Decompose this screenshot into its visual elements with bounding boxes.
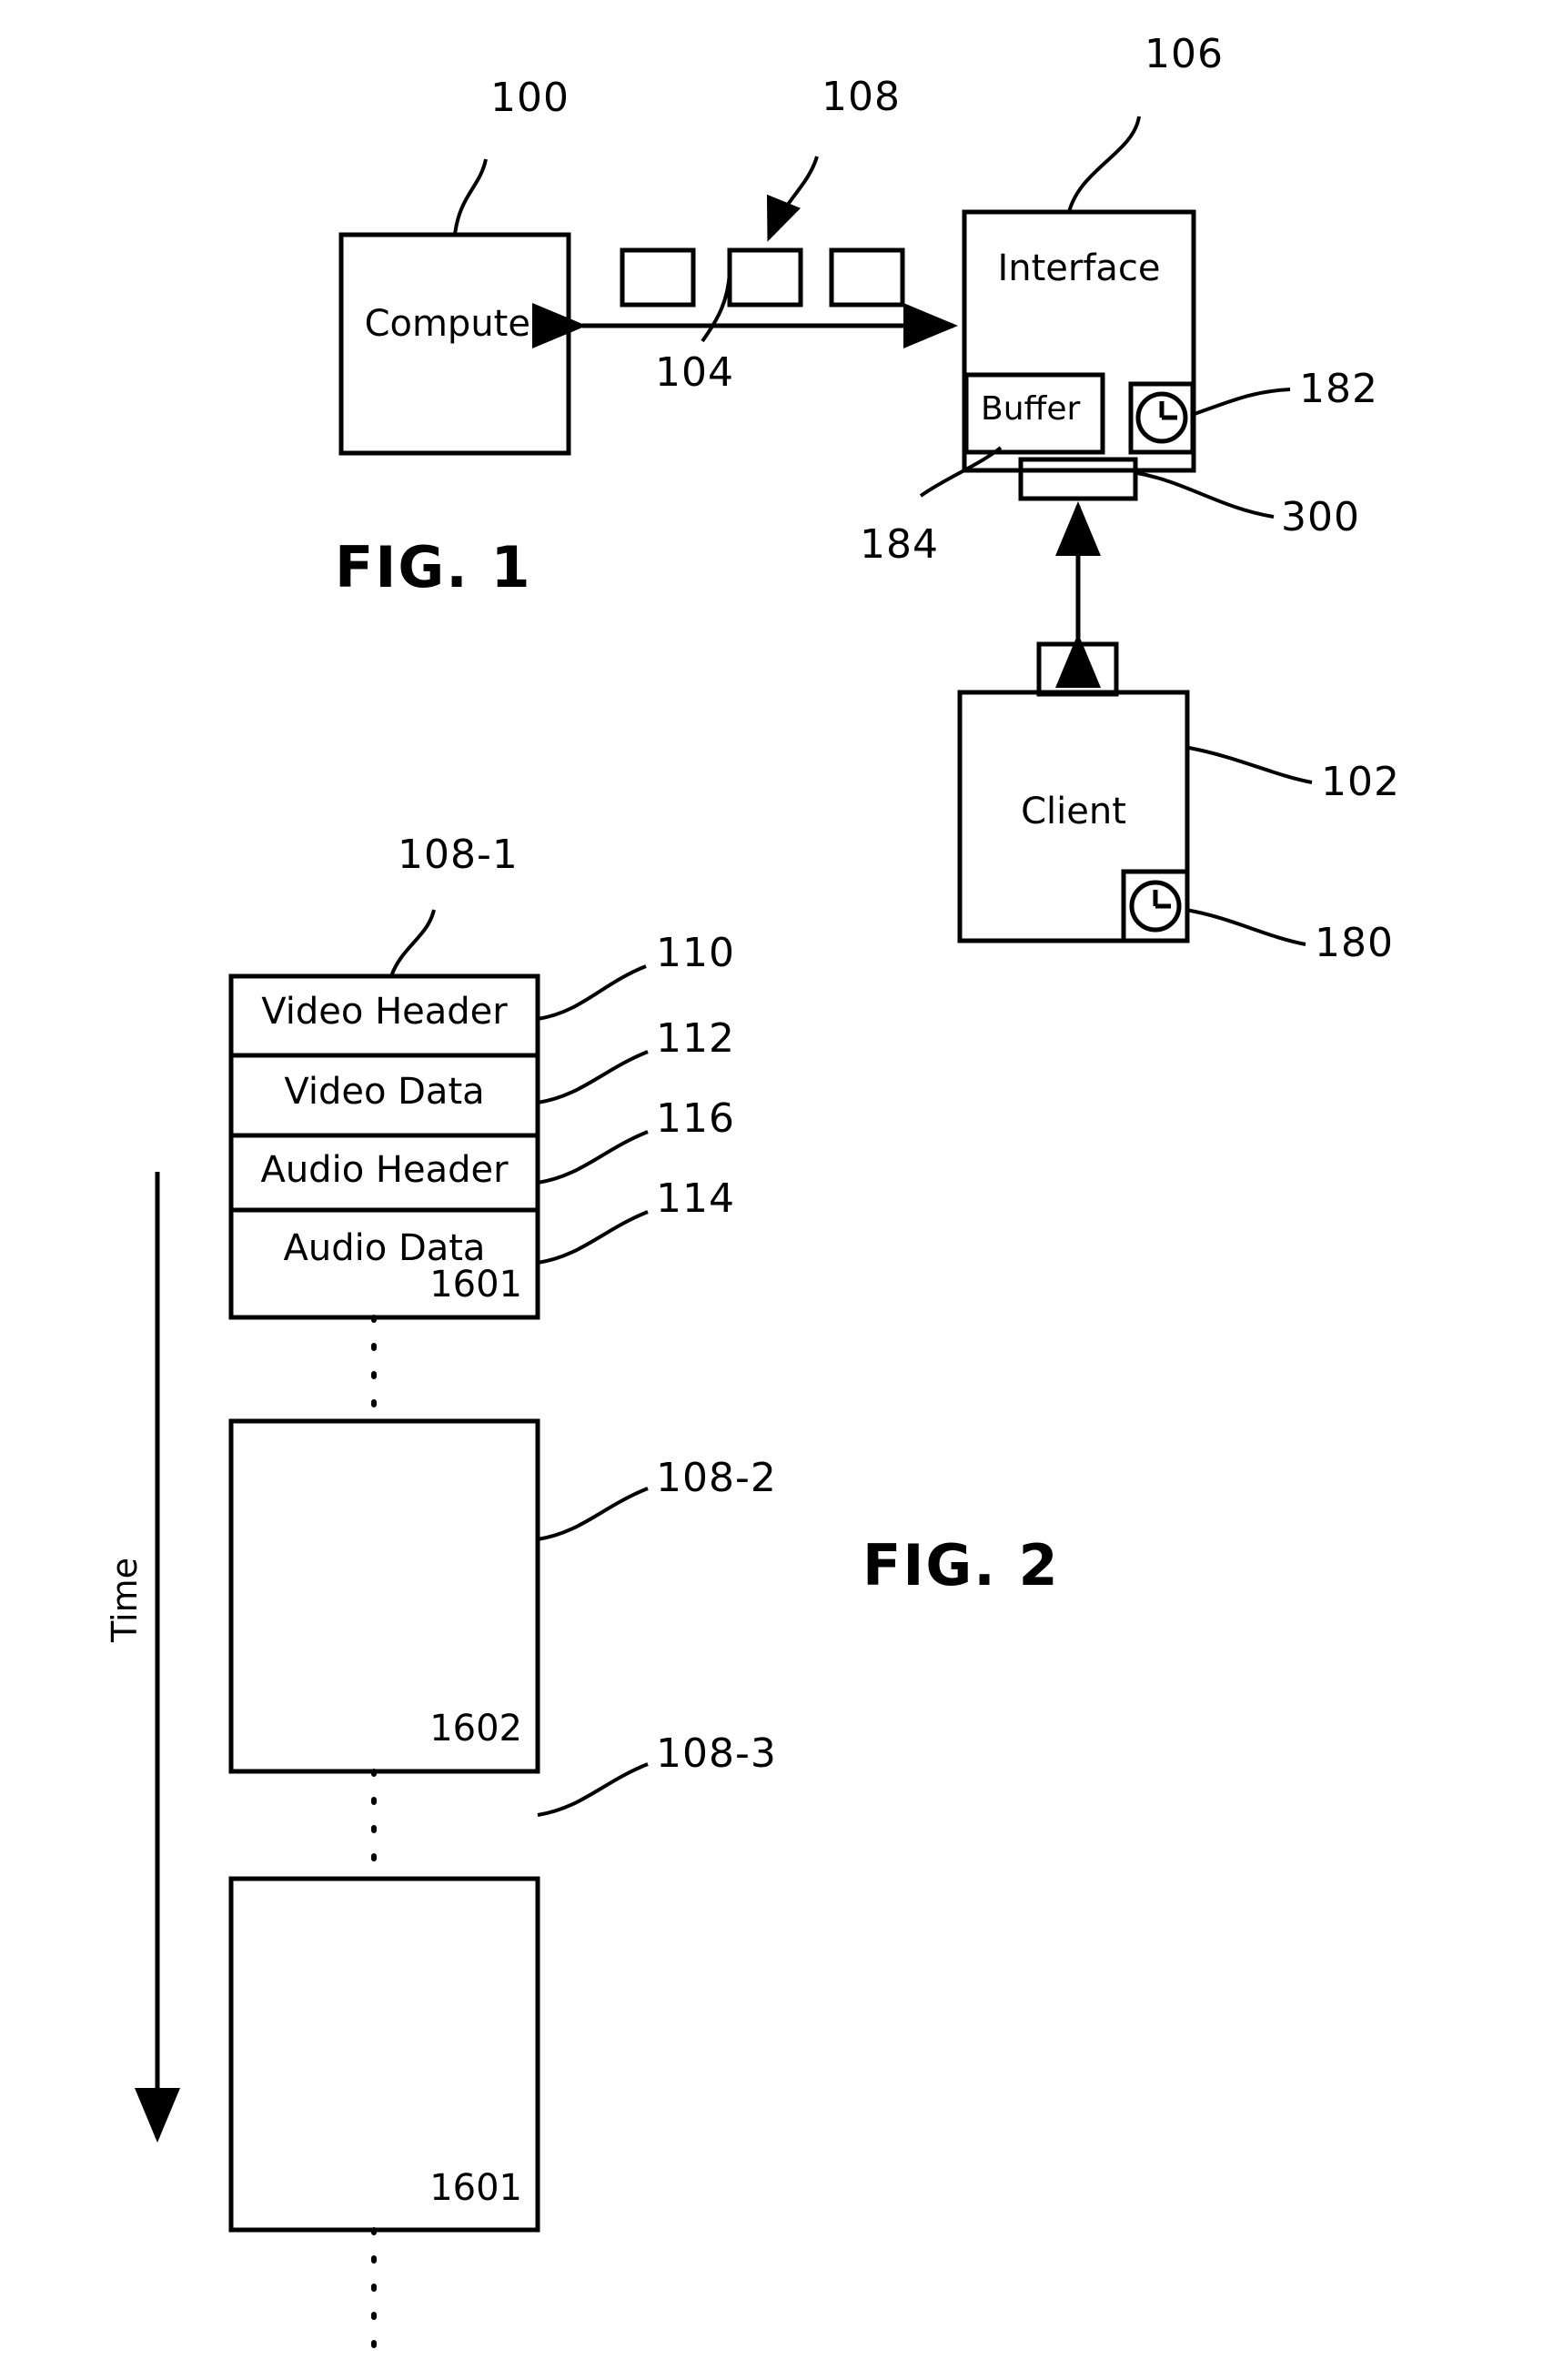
packet-1-field-audio-data: Audio Data (283, 1227, 486, 1269)
ref-116: 116 (656, 1095, 735, 1142)
ref-108: 108 (822, 74, 901, 120)
leader-114 (537, 1210, 649, 1265)
packet-box-b (727, 247, 803, 308)
leader-108-3 (537, 1762, 649, 1817)
ref-104: 104 (655, 349, 734, 396)
packet-1-timestamp: 1601 (429, 1264, 522, 1306)
ref-112: 112 (656, 1015, 735, 1062)
packet-2-timestamp: 1602 (429, 1708, 522, 1750)
ref-108-2: 108-2 (656, 1455, 777, 1501)
figure-1-caption: FIG. 1 (335, 534, 532, 600)
packet-box-a (620, 247, 696, 308)
leader-182 (1194, 388, 1291, 416)
leader-108-1 (389, 909, 436, 977)
ref-180: 180 (1315, 920, 1394, 966)
patent-figure-sheet: 100 Computer 106 Interface Buffer 108 10… (0, 0, 1553, 2380)
transceiver-box-300 (1018, 457, 1138, 501)
ref-110: 110 (656, 930, 735, 976)
ref-184: 184 (860, 521, 939, 568)
leader-108-2 (537, 1487, 649, 1541)
leader-110 (537, 964, 647, 1021)
leader-100 (453, 158, 488, 236)
figure-vector-layer (135, 116, 1313, 2368)
ref-100: 100 (490, 75, 570, 121)
packet-1-field-video-header: Video Header (261, 991, 508, 1033)
leader-102 (1188, 746, 1313, 784)
ref-114: 114 (656, 1175, 735, 1222)
leader-300 (1136, 471, 1275, 519)
ref-106: 106 (1145, 31, 1224, 77)
packet-1-field-audio-header: Audio Header (260, 1149, 509, 1191)
ref-182: 182 (1299, 366, 1378, 412)
interface-clock-hands (1159, 401, 1177, 420)
client-label: Client (1021, 791, 1126, 832)
packet-3-timestamp: 1601 (429, 2167, 522, 2209)
time-axis-label: Time (105, 1558, 145, 1642)
figure-2-caption: FIG. 2 (862, 1532, 1060, 1598)
leader-106 (1067, 116, 1141, 213)
ref-102: 102 (1321, 759, 1400, 805)
client-clock-hands (1153, 890, 1171, 909)
interface-label: Interface (997, 247, 1161, 289)
leader-108 (766, 156, 819, 242)
buffer-label: Buffer (981, 390, 1081, 428)
leader-180 (1185, 908, 1306, 946)
ref-300: 300 (1281, 494, 1360, 540)
client-antenna-box (1036, 641, 1119, 697)
ref-108-1: 108-1 (398, 832, 519, 878)
computer-label: Computer (364, 303, 546, 345)
packet-box-c (829, 247, 905, 308)
leader-104 (701, 272, 731, 343)
leader-116 (537, 1130, 649, 1185)
packet-1-field-video-data: Video Data (284, 1071, 485, 1113)
leader-112 (537, 1050, 649, 1104)
ref-108-3: 108-3 (656, 1730, 777, 1777)
